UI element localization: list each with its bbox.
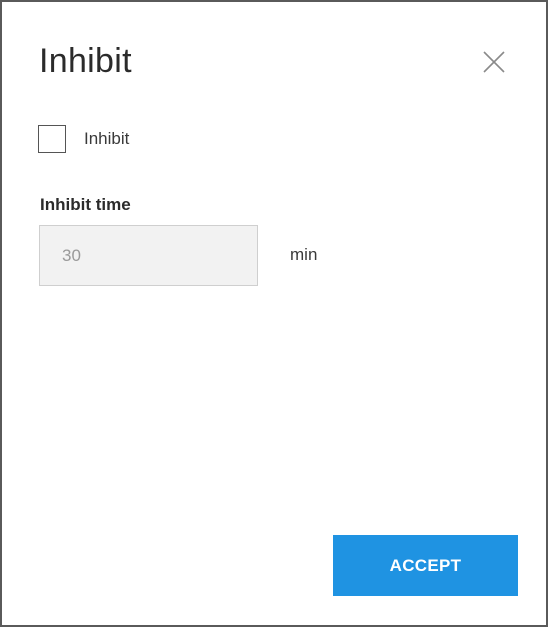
inhibit-time-input[interactable] [39,225,258,286]
inhibit-time-label: Inhibit time [40,195,131,214]
inhibit-checkbox-row[interactable]: Inhibit [38,125,129,153]
close-icon [480,48,508,76]
inhibit-time-unit: min [290,245,318,264]
dialog-title: Inhibit [39,42,132,80]
inhibit-checkbox[interactable] [38,125,66,153]
inhibit-dialog: Inhibit Inhibit Inhibit time min ACCEPT [0,0,548,627]
close-button[interactable] [480,48,508,76]
accept-button[interactable]: ACCEPT [333,535,518,596]
inhibit-checkbox-label: Inhibit [84,129,130,148]
